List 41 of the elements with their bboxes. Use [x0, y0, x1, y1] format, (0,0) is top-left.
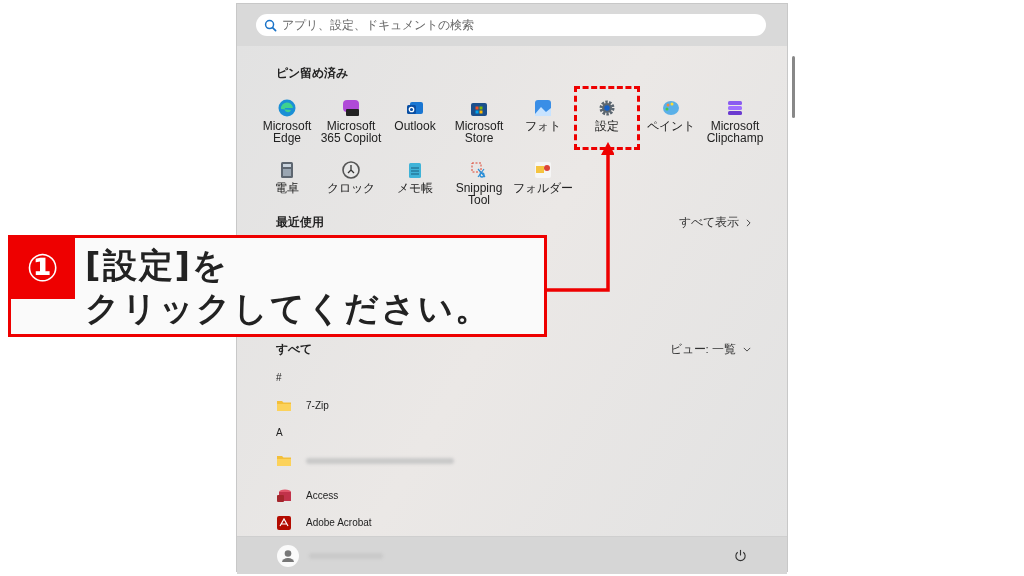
app-tile[interactable]: 電卓 [255, 149, 319, 211]
app-tile[interactable]: Outlook [383, 87, 447, 149]
app-list-item[interactable]: Access [276, 482, 767, 509]
gear-icon [597, 98, 617, 118]
instruction-text: クリックしてください。 [85, 287, 491, 330]
chevron-icon [743, 347, 751, 352]
app-tile[interactable]: Microsoft Store [447, 87, 511, 149]
app-tile[interactable]: 設定 [575, 87, 639, 149]
app-tile[interactable]: フォト [511, 87, 575, 149]
database-icon [276, 487, 292, 504]
app-tile[interactable]: フォルダー [511, 149, 575, 211]
app-list-item[interactable]: 7-Zip [276, 392, 767, 419]
app-icon [277, 98, 297, 118]
view-dropdown[interactable]: ビュー: 一覧 [669, 342, 751, 357]
app-icon [341, 98, 361, 118]
user-avatar-icon[interactable] [277, 544, 299, 567]
app-list-item[interactable]: Adobe Acrobat [276, 509, 767, 536]
section-title: 最近使用 [276, 215, 324, 230]
app-tile[interactable]: メモ帳 [383, 149, 447, 211]
power-icon[interactable] [734, 549, 747, 562]
app-tile[interactable]: ペイント [639, 87, 703, 149]
clock-icon [341, 160, 361, 180]
chevron-icon [746, 218, 751, 227]
app-icon [725, 98, 745, 118]
letter-header: A [276, 427, 284, 440]
search-field[interactable]: アプリ、設定、ドキュメントの検索 [256, 14, 766, 36]
app-tile[interactable]: Microsoft Edge [255, 87, 319, 149]
section-title: ピン留め済み [276, 66, 349, 81]
app-tile[interactable]: クロック [319, 149, 383, 211]
app-tile[interactable]: Microsoft Clipchamp [703, 87, 767, 149]
app-tile[interactable]: Microsoft 365 Copilot [319, 87, 383, 149]
section-title: すべて [276, 342, 312, 357]
app-tile[interactable]: Snipping Tool [447, 149, 511, 211]
instruction-text: [設定]を [85, 244, 231, 287]
step-number: ① [10, 237, 75, 299]
picture-icon [533, 98, 553, 118]
letter-header: # [276, 372, 283, 385]
folder-icon [533, 160, 553, 180]
show-all-button[interactable]: すべて表示 [679, 215, 751, 230]
palette-icon [661, 98, 681, 118]
document-icon [276, 514, 292, 531]
